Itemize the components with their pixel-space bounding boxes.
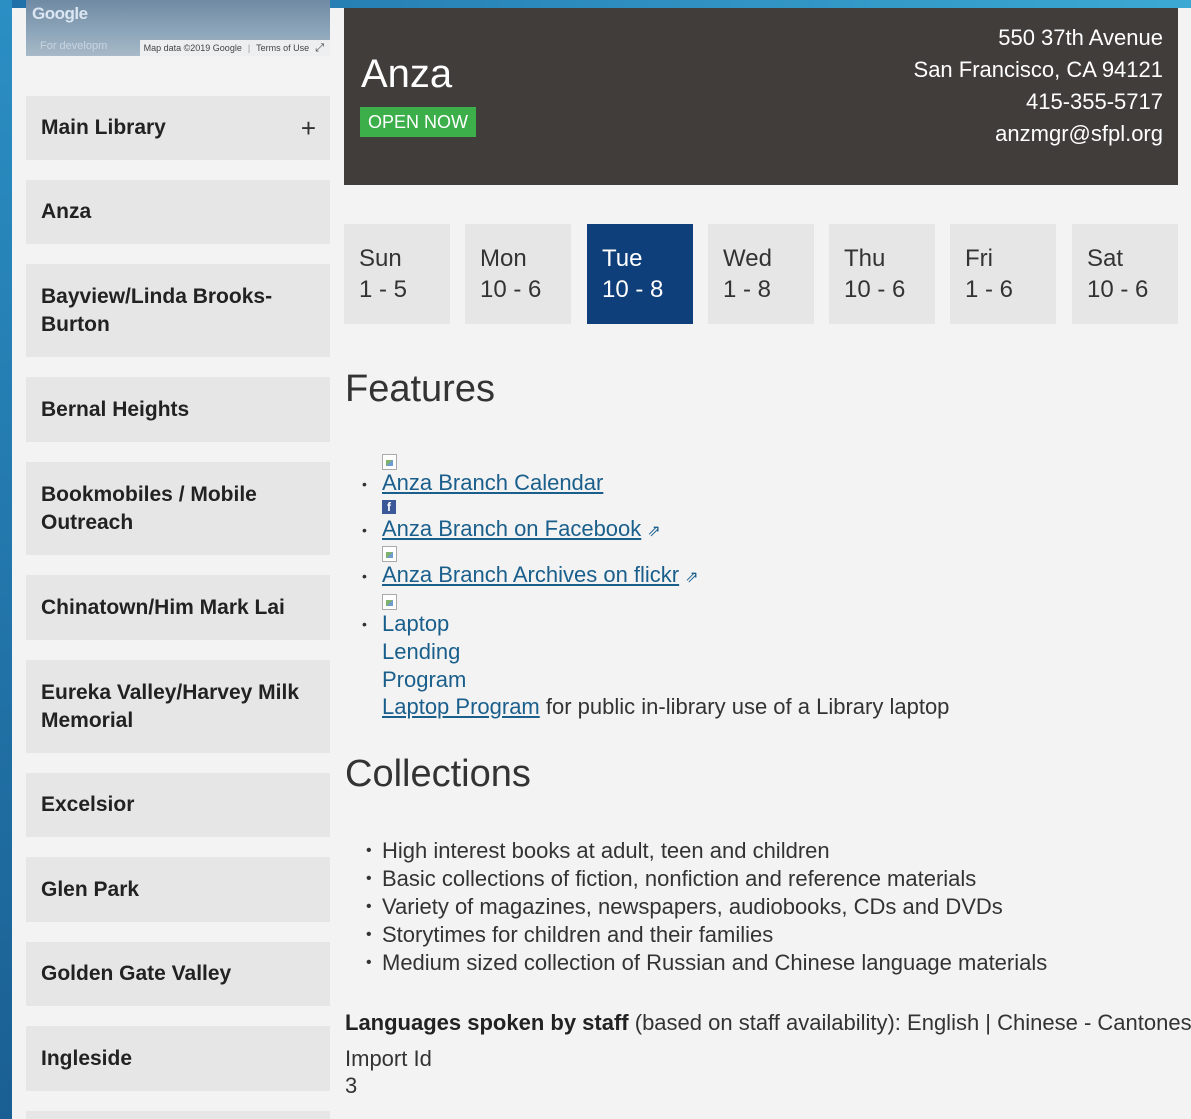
collections-heading: Collections	[345, 753, 531, 795]
day-hours: 1 - 5	[359, 276, 408, 303]
laptop-description: Laptop Program for public in-library use…	[382, 694, 949, 720]
map-dev-text: For developm	[40, 40, 108, 52]
sidebar-item-label: Golden Gate Valley	[41, 962, 232, 985]
list-bullet: •	[362, 522, 367, 538]
flickr-image-icon	[382, 546, 398, 562]
laptop-alt-line: Program	[382, 667, 467, 692]
calendar-image-icon	[382, 454, 398, 470]
sidebar-item-anza[interactable]: Anza	[26, 180, 330, 244]
status-badge: OPEN NOW	[360, 107, 477, 137]
day-hours: 1 - 6	[965, 276, 1014, 303]
sidebar-item-bernal-heights[interactable]: Bernal Heights	[26, 377, 330, 442]
email-link[interactable]: anzmgr@sfpl.org	[914, 118, 1163, 150]
day-label: Wed	[723, 245, 772, 272]
facebook-link-wrapper: Anza Branch on Facebook ⇗	[382, 516, 661, 542]
list-item: Medium sized collection of Russian and C…	[366, 949, 1166, 977]
day-label: Tue	[602, 245, 643, 272]
day-hours: 10 - 6	[1087, 276, 1149, 303]
sidebar-item-label: Ingleside	[41, 1046, 133, 1070]
window-frame-left	[0, 0, 12, 1119]
sidebar-item-label: Chinatown/Him Mark Lai	[41, 595, 285, 619]
flickr-link[interactable]: Anza Branch Archives on flickr	[382, 562, 679, 587]
sidebar-item-label: Bookmobiles / Mobile Outreach	[41, 482, 257, 534]
import-id-label: Import Id	[345, 1046, 432, 1071]
list-item: Variety of magazines, newspapers, audiob…	[366, 893, 1166, 921]
map-fullscreen-icon[interactable]: ⤢	[315, 42, 324, 55]
hours-day-fri: Fri 1 - 6	[950, 224, 1056, 324]
hours-day-tue: Tue 10 - 8	[587, 224, 693, 324]
sidebar-item-bayview[interactable]: Bayview/Linda Brooks-Burton	[26, 264, 330, 357]
external-link-icon: ⇗	[647, 523, 661, 540]
branch-contact: 550 37th Avenue San Francisco, CA 94121 …	[914, 22, 1163, 150]
day-label: Mon	[480, 245, 527, 272]
sidebar-item-label: Main Library	[41, 116, 166, 139]
day-hours: 10 - 6	[480, 276, 542, 303]
sidebar-item-label: Glen Park	[41, 877, 140, 901]
facebook-link[interactable]: Anza Branch on Facebook	[382, 516, 641, 541]
import-id-value: 3	[345, 1073, 358, 1098]
day-hours: 10 - 8	[602, 276, 664, 303]
sidebar-item-label: Excelsior	[41, 793, 135, 816]
facebook-icon: f	[382, 500, 398, 516]
sidebar-item-bookmobiles[interactable]: Bookmobiles / Mobile Outreach	[26, 462, 330, 555]
hours-day-thu: Thu 10 - 6	[829, 224, 935, 324]
flickr-link-wrapper: Anza Branch Archives on flickr ⇗	[382, 562, 699, 588]
branch-header: Anza OPEN NOW 550 37th Avenue San Franci…	[344, 8, 1178, 185]
day-hours: 1 - 8	[723, 276, 772, 303]
languages-qualifier: (based on staff availability):	[628, 1010, 908, 1035]
sidebar-item-main-library[interactable]: Main Library +	[26, 96, 330, 160]
laptop-description-text: for public in-library use of a Library l…	[539, 694, 950, 719]
sidebar-item-label: Bayview/Linda Brooks-Burton	[41, 284, 273, 336]
sidebar-item-golden-gate-valley[interactable]: Golden Gate Valley	[26, 942, 330, 1006]
collections-list: High interest books at adult, teen and c…	[366, 837, 1166, 977]
address-street: 550 37th Avenue	[998, 25, 1163, 50]
day-label: Sat	[1087, 245, 1124, 272]
google-logo: Google	[32, 4, 88, 23]
list-item: Storytimes for children and their famili…	[366, 921, 1166, 949]
features-heading: Features	[345, 368, 495, 410]
hours-day-mon: Mon 10 - 6	[465, 224, 571, 324]
sidebar-item-excelsior[interactable]: Excelsior	[26, 773, 330, 837]
laptop-image-icon	[382, 594, 398, 610]
day-label: Thu	[844, 245, 886, 272]
day-label: Sun	[359, 245, 402, 272]
laptop-alt-line: Lending	[382, 639, 461, 664]
list-item: High interest books at adult, teen and c…	[366, 837, 1166, 865]
list-bullet: •	[362, 568, 367, 584]
sidebar-item-chinatown[interactable]: Chinatown/Him Mark Lai	[26, 575, 330, 640]
external-link-icon: ⇗	[685, 569, 699, 586]
calendar-link[interactable]: Anza Branch Calendar	[382, 470, 603, 496]
day-label: Fri	[965, 245, 993, 272]
address-city: San Francisco, CA 94121	[913, 57, 1163, 82]
laptop-alt-text: Laptop Lending Program	[382, 610, 466, 694]
page-title: Anza	[361, 52, 453, 96]
sidebar-item-label: Eureka Valley/Harvey Milk Memorial	[41, 680, 299, 732]
laptop-alt-line: Laptop	[382, 611, 450, 636]
sidebar-item-ingleside[interactable]: Ingleside	[26, 1026, 330, 1091]
sidebar-item-label: Anza	[41, 200, 92, 223]
list-item: Basic collections of fiction, nonfiction…	[366, 865, 1166, 893]
hours-day-wed: Wed 1 - 8	[708, 224, 814, 324]
import-id: Import Id 3	[345, 1045, 432, 1099]
languages-label: Languages spoken by staff	[345, 1010, 629, 1035]
sidebar-item-label: Bernal Heights	[41, 397, 190, 421]
laptop-program-link[interactable]: Laptop Program	[382, 694, 540, 719]
sidebar-item-glen-park[interactable]: Glen Park	[26, 857, 330, 922]
sidebar-item-eureka-valley[interactable]: Eureka Valley/Harvey Milk Memorial	[26, 660, 330, 753]
languages-value: English | Chinese - Cantonese	[907, 1010, 1191, 1035]
expand-plus-icon[interactable]: +	[301, 114, 316, 142]
hours-day-sat: Sat 10 - 6	[1072, 224, 1178, 324]
day-hours: 10 - 6	[844, 276, 906, 303]
list-bullet: •	[362, 616, 367, 632]
map-attribution: Map data ©2019 Google | Terms of Use ⤢	[139, 40, 330, 56]
sidebar-item-next[interactable]	[26, 1111, 330, 1119]
phone-link[interactable]: 415-355-5717	[914, 86, 1163, 118]
map-attribution-divider: |	[247, 43, 251, 53]
map-terms-link[interactable]: Terms of Use	[256, 43, 309, 53]
list-bullet: •	[362, 476, 367, 492]
map-data-credit: Map data ©2019 Google	[143, 43, 242, 53]
hours-day-sun: Sun 1 - 5	[344, 224, 450, 324]
languages-spoken: Languages spoken by staff (based on staf…	[345, 1010, 1191, 1036]
branch-map[interactable]: Google For developm Map data ©2019 Googl…	[26, 0, 330, 56]
